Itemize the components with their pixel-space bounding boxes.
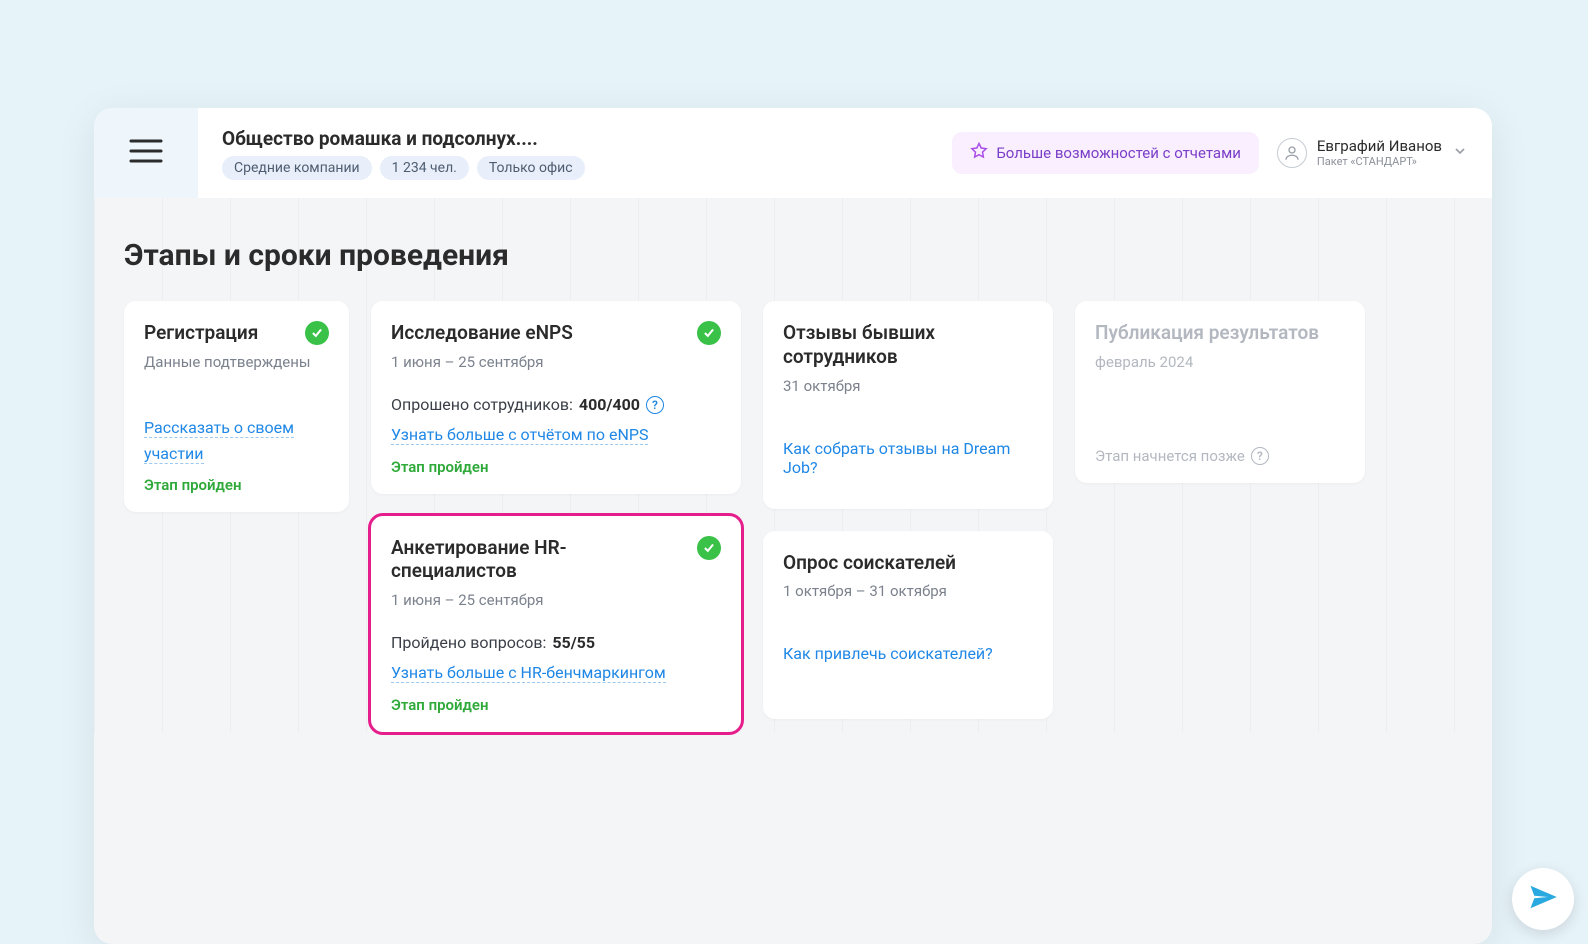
card-title: Регистрация <box>144 321 258 345</box>
card-publication[interactable]: Публикация результатов февраль 2024 Этап… <box>1075 301 1365 483</box>
status-done: Этап пройден <box>391 458 721 476</box>
card-subtitle: 1 июня – 25 сентября <box>391 591 721 609</box>
page-title: Этапы и сроки проведения <box>124 238 1462 273</box>
link-attract-candidates[interactable]: Как привлечь соискателей? <box>783 644 993 663</box>
user-plan: Пакет «СТАНДАРТ» <box>1317 155 1442 168</box>
user-menu[interactable]: Евграфий Иванов Пакет «СТАНДАРТ» <box>1277 137 1468 168</box>
check-icon <box>697 321 721 345</box>
metric-value: 55/55 <box>552 633 595 652</box>
send-fab[interactable] <box>1512 868 1574 930</box>
user-text: Евграфий Иванов Пакет «СТАНДАРТ» <box>1317 137 1442 168</box>
check-icon <box>305 321 329 345</box>
link-enps-report[interactable]: Узнать больше с отчётом по eNPS <box>391 425 648 445</box>
chip-headcount[interactable]: 1 234 чел. <box>380 156 469 180</box>
card-hr-survey[interactable]: Анкетирование HR-специалистов 1 июня – 2… <box>371 516 741 732</box>
link-dream-job[interactable]: Как собрать отзывы на Dream Job? <box>783 439 1010 477</box>
card-subtitle: 1 октября – 31 октября <box>783 582 1033 600</box>
status-later-text: Этап начнется позже <box>1095 447 1245 465</box>
help-icon[interactable]: ? <box>646 396 664 414</box>
card-title: Публикация результатов <box>1095 321 1319 345</box>
card-enps[interactable]: Исследование eNPS 1 июня – 25 сентября О… <box>371 301 741 494</box>
column-2: Исследование eNPS 1 июня – 25 сентября О… <box>371 301 741 732</box>
card-subtitle: 31 октября <box>783 377 1033 395</box>
column-3: Отзывы бывших сотрудников 31 октября Как… <box>763 301 1053 719</box>
user-name: Евграфий Иванов <box>1317 137 1442 155</box>
header-left: Общество ромашка и подсолнух.... Средние… <box>222 127 585 180</box>
card-subtitle: 1 июня – 25 сентября <box>391 353 721 371</box>
column-4: Публикация результатов февраль 2024 Этап… <box>1075 301 1365 483</box>
app-window: Общество ромашка и подсолнух.... Средние… <box>94 108 1492 944</box>
card-title: Опрос соискателей <box>783 551 956 575</box>
header-right: Больше возможностей с отчетами Евграфий … <box>952 132 1468 174</box>
content: Этапы и сроки проведения Регистрация Дан… <box>94 198 1492 732</box>
link-share-participation[interactable]: Рассказать о своем участии <box>144 418 294 464</box>
link-hr-benchmark[interactable]: Узнать больше с HR-бенчмаркингом <box>391 663 666 683</box>
status-later: Этап начнется позже ? <box>1095 447 1345 465</box>
status-done: Этап пройден <box>144 476 329 494</box>
column-1: Регистрация Данные подтверждены Рассказа… <box>124 301 349 512</box>
check-icon <box>697 536 721 560</box>
metric-label: Опрошено сотрудников: <box>391 395 573 414</box>
star-icon <box>970 142 988 164</box>
card-candidates-poll[interactable]: Опрос соискателей 1 октября – 31 октября… <box>763 531 1053 720</box>
card-former-employees[interactable]: Отзывы бывших сотрудников 31 октября Как… <box>763 301 1053 509</box>
card-title: Отзывы бывших сотрудников <box>783 321 1033 369</box>
card-title: Анкетирование HR-специалистов <box>391 536 689 584</box>
card-subtitle: февраль 2024 <box>1095 353 1345 371</box>
chevron-down-icon <box>1452 143 1468 163</box>
avatar-icon <box>1277 138 1307 168</box>
promo-banner[interactable]: Больше возможностей с отчетами <box>952 132 1259 174</box>
chip-company-size[interactable]: Средние компании <box>222 156 372 180</box>
card-title: Исследование eNPS <box>391 321 573 345</box>
menu-button[interactable] <box>94 108 198 198</box>
status-done: Этап пройден <box>391 696 721 714</box>
metric-row: Пройдено вопросов: 55/55 <box>391 633 721 652</box>
cards-grid: Регистрация Данные подтверждены Рассказа… <box>124 301 1462 732</box>
header: Общество ромашка и подсолнух.... Средние… <box>198 108 1492 198</box>
org-title: Общество ромашка и подсолнух.... <box>222 127 585 150</box>
chip-work-mode[interactable]: Только офис <box>477 156 585 180</box>
topbar: Общество ромашка и подсолнух.... Средние… <box>94 108 1492 198</box>
metric-row: Опрошено сотрудников: 400/400 ? <box>391 395 721 414</box>
hamburger-icon <box>129 137 163 169</box>
paper-plane-icon <box>1528 882 1558 916</box>
help-icon[interactable]: ? <box>1251 447 1269 465</box>
promo-text: Больше возможностей с отчетами <box>996 144 1241 162</box>
chip-row: Средние компании 1 234 чел. Только офис <box>222 156 585 180</box>
card-subtitle: Данные подтверждены <box>144 353 329 371</box>
card-registration[interactable]: Регистрация Данные подтверждены Рассказа… <box>124 301 349 512</box>
metric-label: Пройдено вопросов: <box>391 633 546 652</box>
metric-value: 400/400 <box>579 395 640 414</box>
